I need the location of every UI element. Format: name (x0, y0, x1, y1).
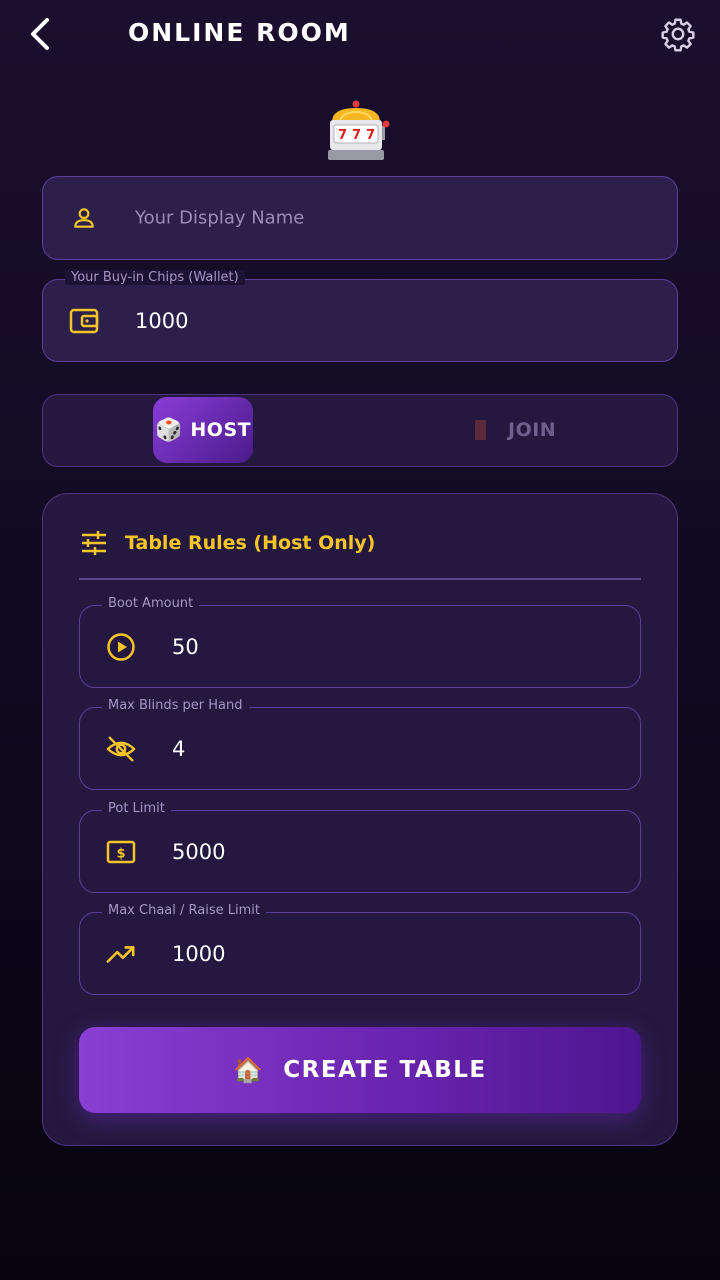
wallet-icon (69, 306, 99, 336)
tab-join-label: JOIN (508, 419, 557, 441)
svg-text:7: 7 (352, 128, 361, 143)
display-name-placeholder: Your Display Name (135, 207, 305, 229)
buy-in-label: Your Buy-in Chips (Wallet) (65, 270, 255, 285)
mode-toggle: 🎲 HOST JOIN (42, 394, 678, 467)
max-blinds-field[interactable]: Max Blinds per Hand 4 (79, 698, 641, 790)
boot-amount-label: Boot Amount (102, 596, 210, 611)
max-blinds-value: 4 (172, 736, 186, 761)
tab-host-label: HOST (190, 419, 252, 441)
svg-text:7: 7 (366, 128, 375, 143)
door-icon (475, 420, 486, 440)
svg-text:$: $ (116, 846, 125, 861)
gear-icon (661, 18, 695, 52)
back-button[interactable] (20, 14, 60, 54)
person-icon (69, 203, 99, 233)
table-rules-card: Table Rules (Host Only) Boot Amount 50 M… (42, 493, 678, 1146)
buy-in-field[interactable]: Your Buy-in Chips (Wallet) 1000 (42, 270, 678, 362)
boot-amount-value: 50 (172, 634, 199, 659)
tab-join[interactable]: JOIN (475, 397, 605, 463)
settings-button[interactable] (656, 14, 700, 54)
card-title: Table Rules (Host Only) (125, 532, 376, 554)
slot-machine-logo: 7 7 7 (324, 100, 396, 164)
max-blinds-label: Max Blinds per Hand (102, 698, 259, 713)
top-bar: ONLINE ROOM (0, 0, 720, 70)
pot-limit-value: 5000 (172, 839, 226, 864)
card-header: Table Rules (Host Only) (81, 528, 375, 558)
buy-in-value: 1000 (135, 308, 189, 333)
pot-limit-field[interactable]: Pot Limit $ 5000 (79, 801, 641, 893)
boot-amount-field[interactable]: Boot Amount 50 (79, 596, 641, 688)
house-icon: 🏠 (233, 1056, 264, 1084)
max-chaal-label: Max Chaal / Raise Limit (102, 903, 276, 918)
max-chaal-value: 1000 (172, 941, 226, 966)
svg-text:7: 7 (338, 128, 347, 143)
chevron-left-icon (31, 18, 49, 50)
page-title: ONLINE ROOM (128, 18, 351, 47)
display-name-field[interactable]: Your Display Name (42, 176, 678, 260)
max-chaal-field[interactable]: Max Chaal / Raise Limit 1000 (79, 903, 641, 995)
dollar-bill-icon: $ (106, 837, 136, 867)
divider (79, 578, 641, 580)
trending-up-icon (106, 939, 136, 969)
play-circle-icon (106, 632, 136, 662)
eye-off-icon (106, 734, 136, 764)
create-table-button[interactable]: 🏠 CREATE TABLE (79, 1027, 641, 1113)
tab-host[interactable]: 🎲 HOST (153, 397, 253, 463)
pot-limit-label: Pot Limit (102, 801, 181, 816)
sliders-icon (82, 531, 106, 555)
slot-machine-icon: 7 7 7 (328, 100, 390, 160)
dice-icon: 🎲 (155, 417, 183, 443)
create-table-label: CREATE TABLE (283, 1057, 487, 1083)
